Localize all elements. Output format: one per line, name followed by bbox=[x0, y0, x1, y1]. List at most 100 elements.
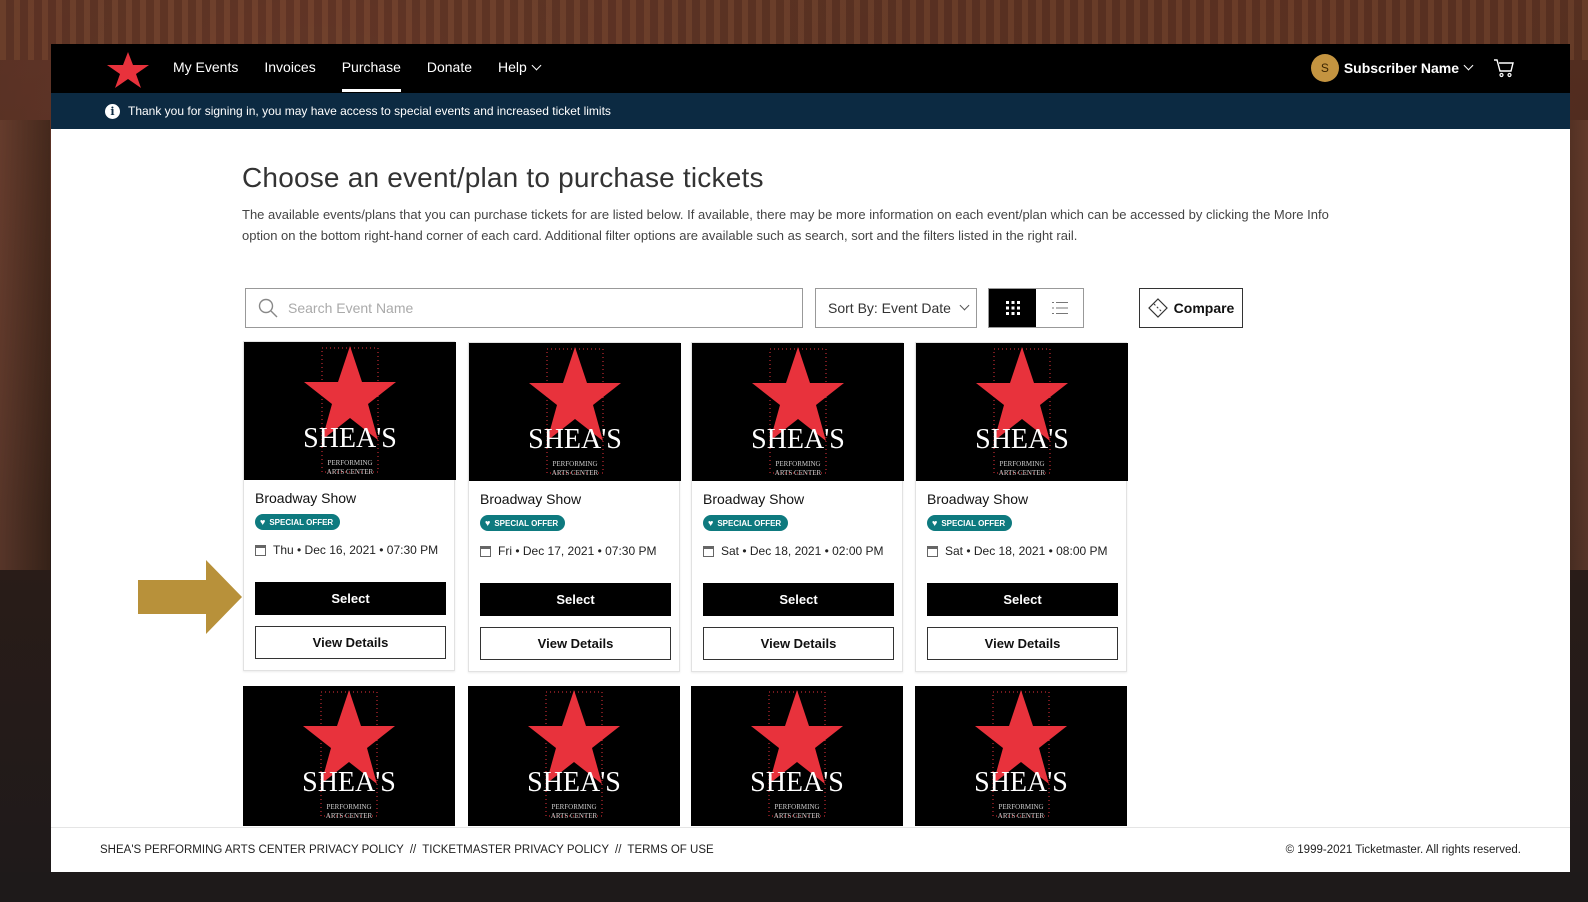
badge-label: SPECIAL OFFER bbox=[269, 517, 334, 527]
view-details-button[interactable]: View Details bbox=[255, 626, 446, 659]
special-offer-badge: ♥ SPECIAL OFFER bbox=[255, 514, 341, 530]
logo-line1: PERFORMING bbox=[326, 803, 371, 811]
event-card: SHEA'S PERFORMING ARTS CENTER Broadway S… bbox=[468, 342, 681, 672]
logo-name: SHEA'S bbox=[528, 424, 622, 455]
banner-text: Thank you for signing in, you may have a… bbox=[128, 104, 611, 118]
sheas-star-logo-icon[interactable] bbox=[104, 50, 152, 90]
footer-link-terms[interactable]: TERMS OF USE bbox=[627, 844, 713, 856]
nav-purchase-label: Purchase bbox=[341, 59, 401, 75]
top-nav: My Events Invoices Purchase Donate Help … bbox=[51, 44, 1570, 93]
select-button[interactable]: Select bbox=[255, 582, 446, 615]
logo-line1: PERFORMING bbox=[998, 803, 1043, 811]
page-header: Choose an event/plan to purchase tickets… bbox=[242, 162, 1352, 246]
nav-links: My Events Invoices Purchase Donate Help bbox=[173, 44, 566, 93]
sheas-logo-image: SHEA'S PERFORMING ARTS CENTER bbox=[527, 690, 621, 820]
event-card-partial[interactable]: SHEA'S PERFORMING ARTS CENTER bbox=[915, 686, 1127, 826]
list-icon bbox=[1051, 302, 1068, 314]
ticket-icon bbox=[1147, 298, 1168, 318]
account-menu[interactable]: S Subscriber Name bbox=[1310, 54, 1474, 82]
logo-line2: ARTS CENTER bbox=[326, 812, 373, 820]
logo-line2: ARTS CENTER bbox=[999, 469, 1046, 477]
view-details-button[interactable]: View Details bbox=[480, 627, 671, 660]
nav-help[interactable]: Help bbox=[498, 44, 542, 93]
grid-view-button[interactable] bbox=[989, 289, 1036, 327]
footer-separator: // bbox=[615, 844, 622, 856]
sheas-logo-image: SHEA'S PERFORMING ARTS CENTER bbox=[974, 690, 1068, 820]
nav-donate-label: Donate bbox=[426, 59, 473, 75]
footer-link-ticketmaster-privacy[interactable]: TICKETMASTER PRIVACY POLICY bbox=[422, 844, 609, 856]
event-card-partial[interactable]: SHEA'S PERFORMING ARTS CENTER bbox=[468, 686, 680, 826]
select-button[interactable]: Select bbox=[927, 583, 1118, 616]
nav-invoices-label: Invoices bbox=[264, 59, 316, 75]
event-card: SHEA'S PERFORMING ARTS CENTER Broadway S… bbox=[691, 342, 904, 672]
event-date-text: Sat • Dec 18, 2021 • 02:00 PM bbox=[721, 544, 884, 558]
heart-icon: ♥ bbox=[932, 518, 938, 528]
page-title: Choose an event/plan to purchase tickets bbox=[242, 162, 764, 193]
calendar-icon bbox=[927, 545, 938, 557]
event-image: SHEA'S PERFORMING ARTS CENTER bbox=[244, 342, 456, 480]
event-date-text: Sat • Dec 18, 2021 • 08:00 PM bbox=[945, 544, 1108, 558]
info-icon: i bbox=[105, 103, 120, 119]
event-image: SHEA'S PERFORMING ARTS CENTER bbox=[692, 343, 904, 481]
event-title: Broadway Show bbox=[255, 490, 357, 506]
search-input[interactable] bbox=[288, 300, 768, 316]
event-image: SHEA'S PERFORMING ARTS CENTER bbox=[916, 343, 1128, 481]
compare-button[interactable]: Compare bbox=[1139, 288, 1243, 328]
nav-donate[interactable]: Donate bbox=[427, 44, 472, 93]
logo-name: SHEA'S bbox=[974, 767, 1068, 798]
logo-name: SHEA'S bbox=[302, 767, 396, 798]
compare-label: Compare bbox=[1173, 300, 1235, 316]
select-button[interactable]: Select bbox=[703, 583, 894, 616]
badge-label: SPECIAL OFFER bbox=[494, 518, 559, 528]
sheas-logo-image: SHEA'S PERFORMING ARTS CENTER bbox=[751, 347, 845, 477]
sheas-logo-image: SHEA'S PERFORMING ARTS CENTER bbox=[302, 690, 396, 820]
select-button[interactable]: Select bbox=[480, 583, 671, 616]
event-card-partial[interactable]: SHEA'S PERFORMING ARTS CENTER bbox=[691, 686, 903, 826]
logo-name: SHEA'S bbox=[750, 767, 844, 798]
list-view-button[interactable] bbox=[1036, 289, 1083, 327]
sort-label: Sort By: Event Date bbox=[828, 300, 951, 316]
footer-link-sheas-privacy[interactable]: SHEA'S PERFORMING ARTS CENTER PRIVACY PO… bbox=[100, 844, 404, 856]
logo-line1: PERFORMING bbox=[775, 460, 820, 468]
sign-in-banner: i Thank you for signing in, you may have… bbox=[51, 93, 1570, 129]
view-details-button[interactable]: View Details bbox=[927, 627, 1118, 660]
logo-line2: ARTS CENTER bbox=[552, 469, 599, 477]
event-card-partial[interactable]: SHEA'S PERFORMING ARTS CENTER bbox=[243, 686, 455, 826]
footer: SHEA'S PERFORMING ARTS CENTER PRIVACY PO… bbox=[51, 827, 1570, 872]
account-name: Subscriber Name bbox=[1343, 60, 1459, 76]
nav-purchase[interactable]: Purchase bbox=[341, 44, 402, 93]
nav-invoices[interactable]: Invoices bbox=[264, 44, 315, 93]
cart-icon[interactable] bbox=[1493, 57, 1515, 79]
pointer-arrow-icon bbox=[138, 560, 242, 634]
badge-label: SPECIAL OFFER bbox=[941, 518, 1006, 528]
calendar-icon bbox=[480, 545, 491, 557]
event-image: SHEA'S PERFORMING ARTS CENTER bbox=[469, 343, 681, 481]
logo-line1: PERFORMING bbox=[552, 460, 597, 468]
event-card: SHEA'S PERFORMING ARTS CENTER Broadway S… bbox=[915, 342, 1128, 672]
toolbar: Sort By: Event Date Compare bbox=[245, 288, 1245, 328]
logo-name: SHEA'S bbox=[527, 767, 621, 798]
logo-line2: ARTS CENTER bbox=[327, 468, 374, 476]
sort-dropdown[interactable]: Sort By: Event Date bbox=[815, 288, 977, 328]
browser-page: My Events Invoices Purchase Donate Help … bbox=[51, 44, 1570, 872]
background-bottom bbox=[0, 872, 1588, 902]
logo-line2: ARTS CENTER bbox=[774, 812, 821, 820]
event-date: Fri • Dec 17, 2021 • 07:30 PM bbox=[480, 544, 679, 558]
special-offer-badge: ♥ SPECIAL OFFER bbox=[703, 515, 789, 531]
event-title: Broadway Show bbox=[703, 491, 805, 507]
sheas-logo-image: SHEA'S PERFORMING ARTS CENTER bbox=[303, 346, 397, 476]
chevron-down-icon bbox=[531, 60, 542, 71]
view-toggle bbox=[988, 288, 1084, 328]
view-details-button[interactable]: View Details bbox=[703, 627, 894, 660]
logo-name: SHEA'S bbox=[751, 424, 845, 455]
nav-my-events[interactable]: My Events bbox=[173, 44, 238, 93]
event-date: Thu • Dec 16, 2021 • 07:30 PM bbox=[255, 543, 454, 557]
logo-line2: ARTS CENTER bbox=[551, 812, 598, 820]
badge-label: SPECIAL OFFER bbox=[717, 518, 782, 528]
grid-icon bbox=[1005, 301, 1020, 315]
nav-my-events-label: My Events bbox=[173, 59, 239, 75]
event-title: Broadway Show bbox=[927, 491, 1029, 507]
search-icon bbox=[258, 298, 278, 318]
logo-line1: PERFORMING bbox=[774, 803, 819, 811]
avatar: S bbox=[1310, 54, 1339, 82]
